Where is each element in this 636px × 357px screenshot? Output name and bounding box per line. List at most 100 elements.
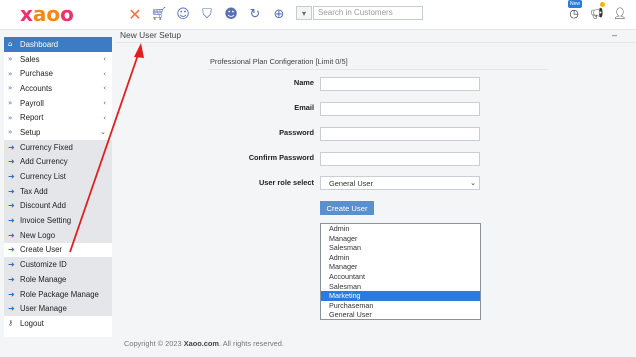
sidebar-item-label: User Manage — [20, 304, 67, 314]
name-field[interactable] — [320, 77, 480, 91]
sidebar-item-discount-add[interactable]: ➜ Discount Add — [4, 198, 112, 214]
search-input[interactable]: Search in Customers — [313, 6, 423, 20]
bag-icon[interactable]: ⛉ — [198, 5, 216, 23]
app-logo[interactable]: xaoo — [20, 2, 74, 26]
circle-arrow-icon: ➜ — [8, 157, 15, 167]
sidebar-item-label: Role Package Manage — [20, 289, 99, 299]
sidebar-item-customize-id[interactable]: ➜ Customize ID — [4, 257, 112, 272]
sidebar-item-setup[interactable]: » Setup ⌄ — [4, 125, 112, 140]
logo-letter: a — [32, 2, 46, 26]
logo-letter: o — [46, 2, 60, 26]
sidebar-item-label: Accounts — [20, 83, 53, 93]
circle-arrow-icon: ➜ — [8, 274, 15, 284]
sidebar-item-label: Purchase — [20, 69, 53, 79]
role-option[interactable]: Marketing — [321, 291, 480, 301]
role-option[interactable]: Manager — [321, 262, 480, 272]
chevron-left-icon: ‹ — [103, 69, 106, 78]
divider — [116, 42, 636, 43]
sidebar-item-label: New Logo — [20, 230, 56, 240]
sidebar-item-payroll[interactable]: » Payroll ‹ — [4, 96, 112, 111]
sidebar-item-invoice-setting[interactable]: ➜ Invoice Setting — [4, 213, 112, 228]
chevron-left-icon: ‹ — [103, 84, 106, 93]
name-label: Name — [293, 78, 314, 87]
chevron-down-icon: ⌄ — [100, 128, 106, 137]
sidebar-item-label: Currency Fixed — [20, 142, 73, 152]
double-chevron-icon: » — [8, 55, 13, 64]
circle-arrow-icon: ➜ — [8, 289, 15, 299]
sidebar-item-user-manage[interactable]: ➜ User Manage — [4, 301, 112, 317]
chevron-down-icon: ▾ — [301, 8, 306, 18]
sidebar-item-role-manage[interactable]: ➜ Role Manage — [4, 272, 112, 287]
role-option[interactable]: General User — [321, 310, 480, 319]
add-user-icon[interactable]: ☺ — [174, 5, 192, 23]
sidebar-item-role-package-manage[interactable]: ➜ Role Package Manage — [4, 286, 112, 302]
role-option[interactable]: Salesman — [321, 282, 480, 292]
sidebar-item-label: Currency List — [20, 172, 66, 182]
user-icon[interactable]: 👤︎ — [613, 6, 627, 20]
sidebar-item-dashboard[interactable]: ⌂ Dashboard — [4, 37, 112, 52]
sidebar-item-label: Tax Add — [20, 186, 48, 196]
password-field[interactable] — [320, 127, 480, 141]
role-select[interactable]: General User ⌄ — [320, 176, 480, 190]
megaphone-icon[interactable]: 📢︎ — [590, 6, 604, 20]
sidebar-item-label: Sales — [20, 54, 40, 64]
footer-brand[interactable]: Xaoo.com — [184, 339, 219, 348]
role-label: User role select — [258, 178, 314, 187]
logo-letter: o — [60, 2, 74, 26]
circle-arrow-icon: ➜ — [8, 216, 15, 226]
circle-arrow-icon: ➜ — [8, 142, 15, 152]
sidebar-item-currency-fixed[interactable]: ➜ Currency Fixed — [4, 139, 112, 155]
plan-info: Professional Plan Configeration [Limit 0… — [210, 57, 348, 66]
sidebar-item-add-currency[interactable]: ➜ Add Currency — [4, 154, 112, 170]
sidebar-item-label: Invoice Setting — [20, 216, 72, 226]
double-chevron-icon: » — [8, 99, 13, 108]
cart-icon[interactable]: 🛒︎ — [150, 5, 168, 23]
sidebar-item-label: Discount Add — [20, 201, 66, 211]
sidebar-item-purchase[interactable]: » Purchase ‹ — [4, 66, 112, 81]
sidebar-item-sales[interactable]: » Sales ‹ — [4, 52, 112, 67]
confirm-password-field[interactable] — [320, 152, 480, 166]
sidebar-item-label: Setup — [20, 127, 41, 137]
circle-arrow-icon: ➜ — [8, 260, 15, 270]
refresh-cart-icon[interactable]: ↻ — [246, 5, 264, 23]
role-option[interactable]: Accountant — [321, 272, 480, 282]
add-bag-icon[interactable]: ⊕ — [270, 5, 288, 23]
search-scope-dropdown[interactable]: ▾ — [296, 6, 312, 20]
sidebar-item-create-user[interactable]: ➜ Create User — [4, 242, 112, 258]
sidebar-item-accounts[interactable]: » Accounts ‹ — [4, 81, 112, 96]
role-option[interactable]: Salesman — [321, 243, 480, 253]
role-select-value: General User — [329, 179, 373, 188]
add-user-multiple-icon[interactable]: ☻ — [222, 5, 240, 23]
divider — [208, 69, 548, 70]
minimize-icon[interactable]: – — [612, 30, 617, 40]
circle-arrow-icon: ➜ — [8, 201, 15, 211]
clock-icon[interactable]: ◷ — [567, 6, 581, 20]
sidebar-item-report[interactable]: » Report ‹ — [4, 110, 112, 125]
email-field[interactable] — [320, 102, 480, 116]
email-label: Email — [294, 103, 314, 112]
sidebar-item-label: Role Manage — [20, 274, 67, 284]
role-option[interactable]: Manager — [321, 234, 480, 244]
create-user-button[interactable]: Create User — [320, 201, 374, 215]
top-bar: xaoo ✕ 🛒︎ ☺ ⛉ ☻ ↻ ⊕ ▾ Search in Customer… — [0, 0, 636, 30]
role-option[interactable]: Admin — [321, 224, 480, 234]
key-icon: ⚷ — [8, 319, 14, 328]
role-option[interactable]: Purchaseman — [321, 301, 480, 311]
chevron-left-icon: ‹ — [103, 99, 106, 108]
circle-arrow-icon: ➜ — [8, 186, 15, 196]
sidebar-item-new-logo[interactable]: ➜ New Logo — [4, 227, 112, 243]
double-chevron-icon: » — [8, 128, 13, 137]
role-option[interactable]: Admin — [321, 253, 480, 263]
circle-arrow-icon: ➜ — [8, 304, 15, 314]
role-options-list[interactable]: Admin Manager Salesman Admin Manager Accounta… — [320, 223, 481, 320]
confirm-password-label: Confirm Password — [248, 153, 314, 162]
footer-prefix: Copyright © 2023 — [124, 339, 184, 348]
circle-arrow-icon: ➜ — [8, 230, 15, 240]
footer-suffix: . All rights reserved. — [219, 339, 284, 348]
double-chevron-icon: » — [8, 69, 13, 78]
sidebar-item-currency-list[interactable]: ➜ Currency List — [4, 169, 112, 184]
sidebar-item-tax-add[interactable]: ➜ Tax Add — [4, 183, 112, 199]
sidebar-item-logout[interactable]: ⚷ Logout — [4, 316, 112, 331]
double-chevron-icon: » — [8, 84, 13, 93]
close-icon[interactable]: ✕ — [126, 5, 144, 24]
